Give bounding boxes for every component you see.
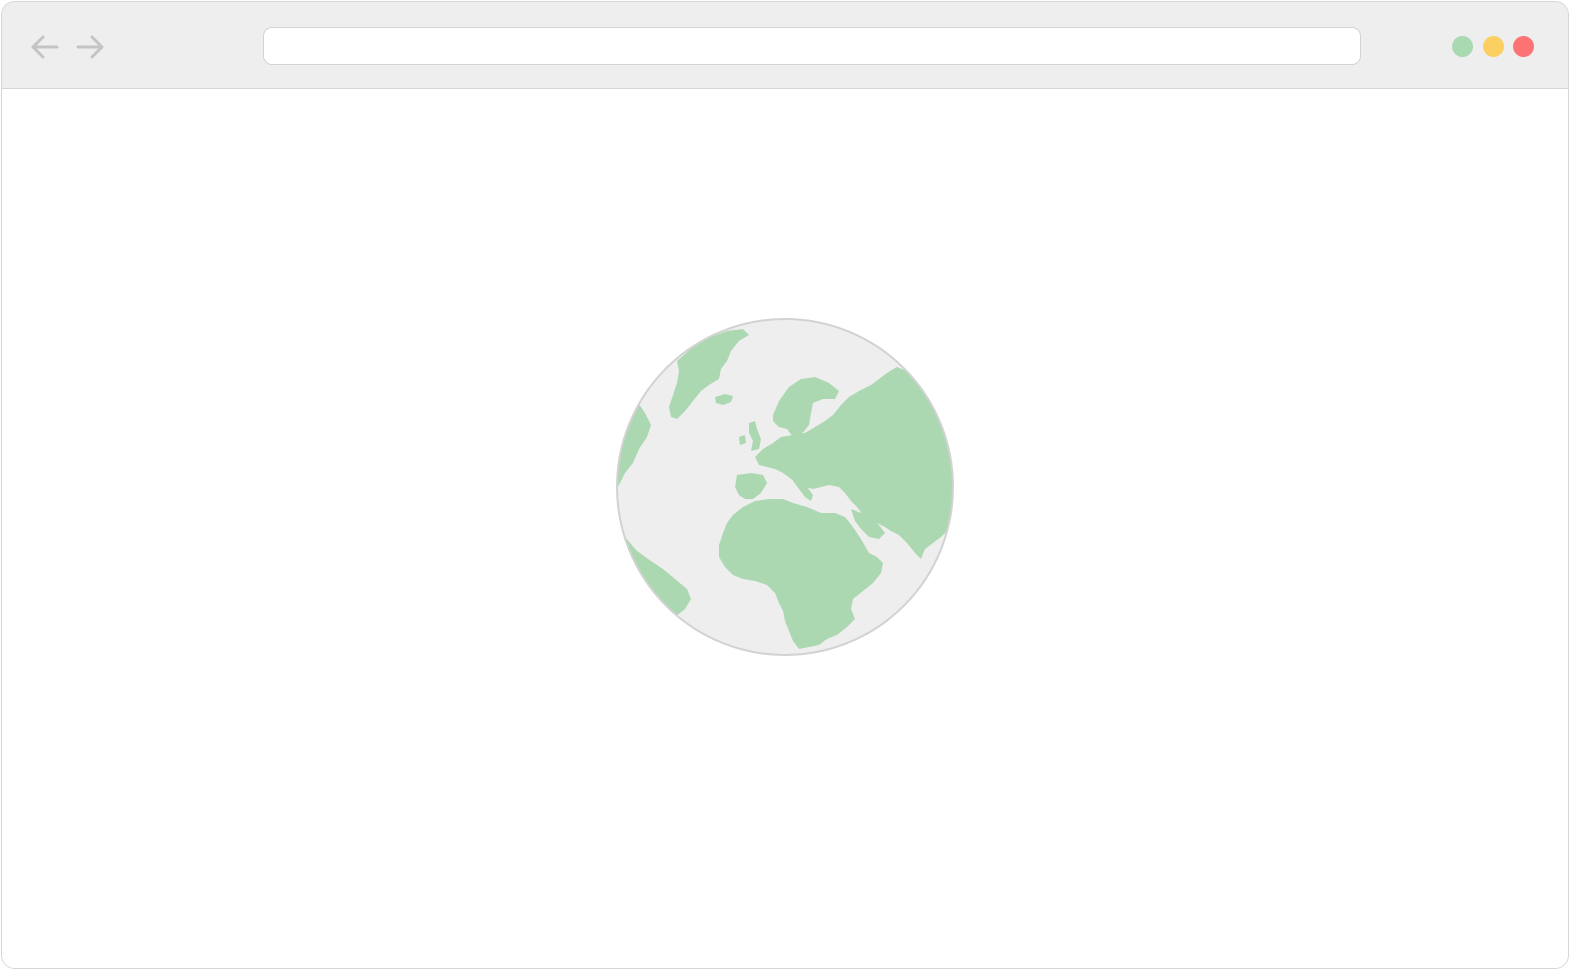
globe-icon: [616, 318, 954, 656]
maximize-button[interactable]: [1452, 36, 1473, 57]
close-button[interactable]: [1513, 36, 1534, 57]
browser-toolbar: [2, 2, 1568, 89]
forward-button[interactable]: [73, 30, 107, 64]
globe-illustration: [615, 317, 955, 657]
minimize-button[interactable]: [1483, 36, 1504, 57]
page-content: [2, 90, 1568, 968]
arrow-right-icon: [76, 35, 104, 59]
back-button[interactable]: [28, 30, 62, 64]
browser-window: [1, 1, 1569, 969]
arrow-left-icon: [31, 35, 59, 59]
address-bar[interactable]: [263, 27, 1361, 65]
